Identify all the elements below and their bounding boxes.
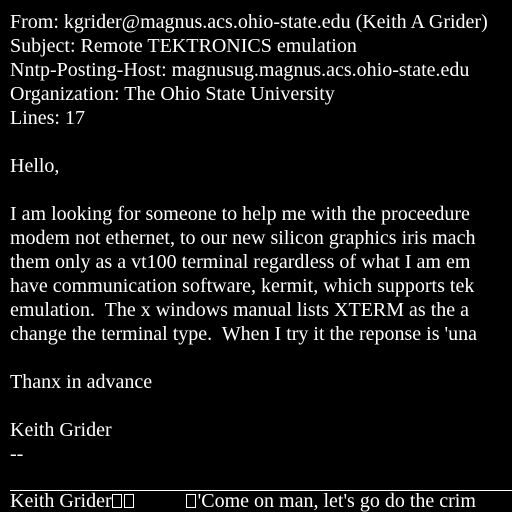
body-line: emulation. The x windows manual lists XT…	[10, 299, 470, 321]
body-signoff-name: Keith Grider	[10, 419, 112, 441]
body-closing: Thanx in advance	[10, 371, 153, 393]
missing-glyph-icon	[111, 494, 122, 508]
body-line: modem not ethernet, to our new silicon g…	[10, 227, 476, 249]
signature-name: Keith Grider	[10, 490, 112, 512]
missing-glyph-icon	[185, 494, 196, 508]
body-line: change the terminal type. When I try it …	[10, 323, 477, 345]
header-organization: Organization: The Ohio State University	[10, 83, 335, 105]
header-subject: Subject: Remote TEKTRONICS emulation	[10, 35, 357, 57]
message-view: From: kgrider@magnus.acs.ohio-state.edu …	[0, 0, 512, 512]
signature-quote: 'Come on man, let's go do the crim	[197, 490, 476, 512]
sig-separator: --	[10, 443, 24, 465]
header-from: From: kgrider@magnus.acs.ohio-state.edu …	[10, 11, 488, 33]
body-greeting: Hello,	[10, 155, 60, 177]
body-line: have communication software, kermit, whi…	[10, 275, 475, 297]
header-lines: Lines: 17	[10, 107, 85, 129]
header-nntp-host: Nntp-Posting-Host: magnusug.magnus.acs.o…	[10, 59, 470, 81]
body-line: I am looking for someone to help me with…	[10, 203, 470, 225]
missing-glyph-icon	[123, 494, 134, 508]
body-line: them only as a vt100 terminal regardless…	[10, 251, 471, 273]
signature-line: Keith Grider 'Come on man, let's go do th…	[10, 489, 476, 512]
